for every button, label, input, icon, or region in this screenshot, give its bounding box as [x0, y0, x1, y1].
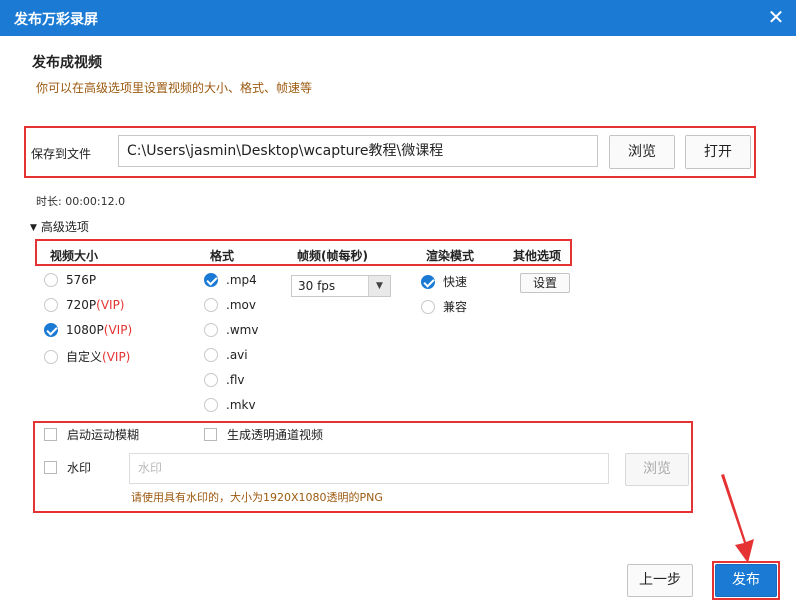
format-label: .wmv	[226, 323, 259, 337]
render-label: 兼容	[443, 300, 468, 314]
motion-blur-label: 启动运动模糊	[67, 428, 140, 442]
radio-flv[interactable]	[204, 373, 218, 387]
format-label: .mkv	[226, 398, 256, 412]
motion-blur-checkbox[interactable]	[44, 428, 57, 441]
radio-mov[interactable]	[204, 298, 218, 312]
triangle-down-icon: ▼	[30, 223, 37, 233]
dropdown-arrow-icon[interactable]: ▼	[368, 276, 390, 296]
watermark-option[interactable]: 水印	[44, 459, 91, 476]
red-arrow-annotation	[721, 474, 754, 563]
format-label: .avi	[226, 348, 248, 362]
size-label: 720P	[66, 298, 97, 312]
watermark-checkbox[interactable]	[44, 461, 57, 474]
size-label: 1080P	[66, 323, 104, 337]
radio-wmv[interactable]	[204, 323, 218, 337]
radio-576p[interactable]	[44, 273, 58, 287]
advanced-options-label: 高级选项	[40, 220, 89, 234]
radio-720p[interactable]	[44, 298, 58, 312]
format-label: .mp4	[226, 273, 257, 287]
vip-tag: (VIP)	[102, 350, 131, 364]
column-header-render: 渲染模式	[426, 249, 475, 263]
watermark-browse-button[interactable]: 浏览	[625, 453, 689, 486]
format-option-mp4[interactable]: .mp4	[204, 273, 257, 287]
open-folder-button[interactable]: 打开	[685, 135, 751, 169]
fps-value: 30 fps	[298, 279, 336, 293]
format-option-flv[interactable]: .flv	[204, 373, 244, 387]
render-label: 快速	[443, 275, 468, 289]
save-to-file-label: 保存到文件	[31, 147, 92, 161]
alpha-channel-label: 生成透明通道视频	[227, 428, 324, 442]
size-option-custom[interactable]: 自定义(VIP)	[44, 348, 130, 365]
size-option-1080p[interactable]: 1080P(VIP)	[44, 323, 132, 337]
radio-custom[interactable]	[44, 350, 58, 364]
render-option-fast[interactable]: 快速	[421, 273, 467, 290]
alpha-channel-checkbox[interactable]	[204, 428, 217, 441]
size-option-720p[interactable]: 720P(VIP)	[44, 298, 125, 312]
previous-step-button[interactable]: 上一步	[627, 564, 693, 597]
publish-button[interactable]: 发布	[715, 564, 777, 597]
size-label: 576P	[66, 273, 97, 287]
vip-tag: (VIP)	[96, 298, 125, 312]
window-title: 发布万彩录屏	[14, 12, 98, 28]
column-header-size: 视频大小	[50, 249, 99, 263]
render-option-compat[interactable]: 兼容	[421, 298, 467, 315]
radio-mkv[interactable]	[204, 398, 218, 412]
watermark-label: 水印	[67, 461, 92, 475]
other-settings-button[interactable]: 设置	[520, 273, 570, 293]
format-option-mov[interactable]: .mov	[204, 298, 256, 312]
format-option-mkv[interactable]: .mkv	[204, 398, 256, 412]
column-header-format: 格式	[210, 249, 235, 263]
save-path-input[interactable]: C:\Users\jasmin\Desktop\wcapture教程\微课程	[118, 135, 598, 167]
title-bar: 发布万彩录屏 ✕	[0, 0, 796, 36]
advanced-options-toggle[interactable]: ▼ 高级选项	[30, 218, 89, 235]
radio-fast-checked[interactable]	[421, 275, 435, 289]
column-header-fps: 帧频(帧每秒)	[297, 249, 368, 263]
watermark-input[interactable]: 水印	[129, 453, 609, 484]
format-label: .flv	[226, 373, 245, 387]
close-icon[interactable]: ✕	[764, 6, 788, 30]
size-option-576p[interactable]: 576P	[44, 273, 96, 287]
size-label: 自定义	[66, 350, 103, 364]
page-subtitle: 你可以在高级选项里设置视频的大小、格式、帧速等	[36, 81, 313, 95]
radio-compat[interactable]	[421, 300, 435, 314]
radio-mp4-checked[interactable]	[204, 273, 218, 287]
radio-1080p-checked[interactable]	[44, 323, 58, 337]
format-option-avi[interactable]: .avi	[204, 348, 248, 362]
format-label: .mov	[226, 298, 256, 312]
fps-select[interactable]: 30 fps ▼	[291, 275, 391, 297]
duration-text: 时长: 00:00:12.0	[36, 195, 126, 208]
page-title: 发布成视频	[32, 55, 102, 71]
radio-avi[interactable]	[204, 348, 218, 362]
browse-button[interactable]: 浏览	[609, 135, 675, 169]
vip-tag: (VIP)	[103, 323, 133, 337]
alpha-channel-option[interactable]: 生成透明通道视频	[204, 426, 323, 443]
column-header-other: 其他选项	[513, 249, 562, 263]
motion-blur-option[interactable]: 启动运动模糊	[44, 426, 139, 443]
format-option-wmv[interactable]: .wmv	[204, 323, 258, 337]
watermark-hint: 请使用具有水印的，大小为1920X1080透明的PNG	[131, 491, 383, 504]
